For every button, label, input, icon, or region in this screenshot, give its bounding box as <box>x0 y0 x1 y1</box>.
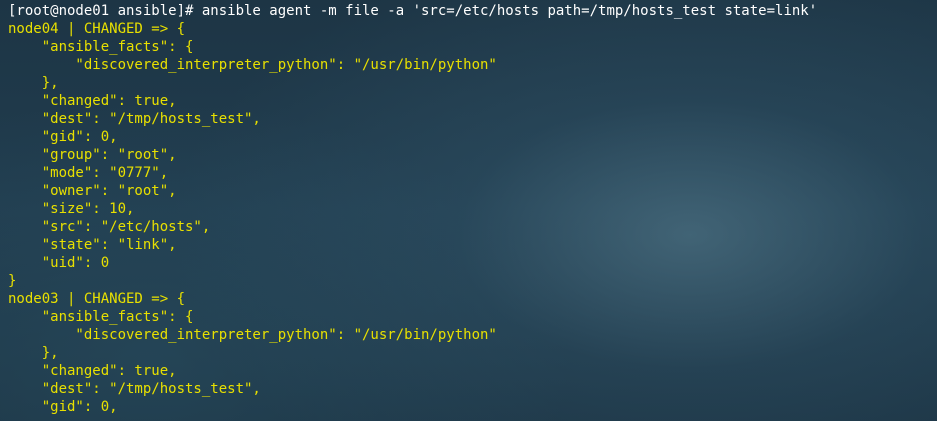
output-line: "src": "/etc/hosts", <box>8 219 211 235</box>
output-line: "owner": "root", <box>8 183 177 199</box>
output-line: }, <box>8 75 59 91</box>
host-result-header: node04 | CHANGED => { <box>8 21 186 37</box>
output-line: "changed": true, <box>8 363 177 379</box>
output-line: "gid": 0, <box>8 129 118 145</box>
output-line: "gid": 0, <box>8 399 118 415</box>
output-line: "uid": 0 <box>8 255 110 271</box>
command-prompt-line: [root@node01 ansible]# ansible agent -m … <box>8 3 818 19</box>
output-line: "group": "root", <box>8 147 177 163</box>
output-line: "ansible_facts": { <box>8 39 194 55</box>
output-line: "dest": "/tmp/hosts_test", <box>8 381 261 397</box>
terminal-window[interactable]: [root@node01 ansible]# ansible agent -m … <box>0 0 937 421</box>
output-line: } <box>8 273 17 289</box>
output-line: "discovered_interpreter_python": "/usr/b… <box>8 327 497 343</box>
output-line: }, <box>8 345 59 361</box>
output-line: "discovered_interpreter_python": "/usr/b… <box>8 57 497 73</box>
output-line: "dest": "/tmp/hosts_test", <box>8 111 261 127</box>
output-line: "state": "link", <box>8 237 177 253</box>
output-line: "ansible_facts": { <box>8 309 194 325</box>
output-line: "changed": true, <box>8 93 177 109</box>
host-result-header: node03 | CHANGED => { <box>8 291 186 307</box>
output-line: "mode": "0777", <box>8 165 169 181</box>
output-line: "size": 10, <box>8 201 135 217</box>
